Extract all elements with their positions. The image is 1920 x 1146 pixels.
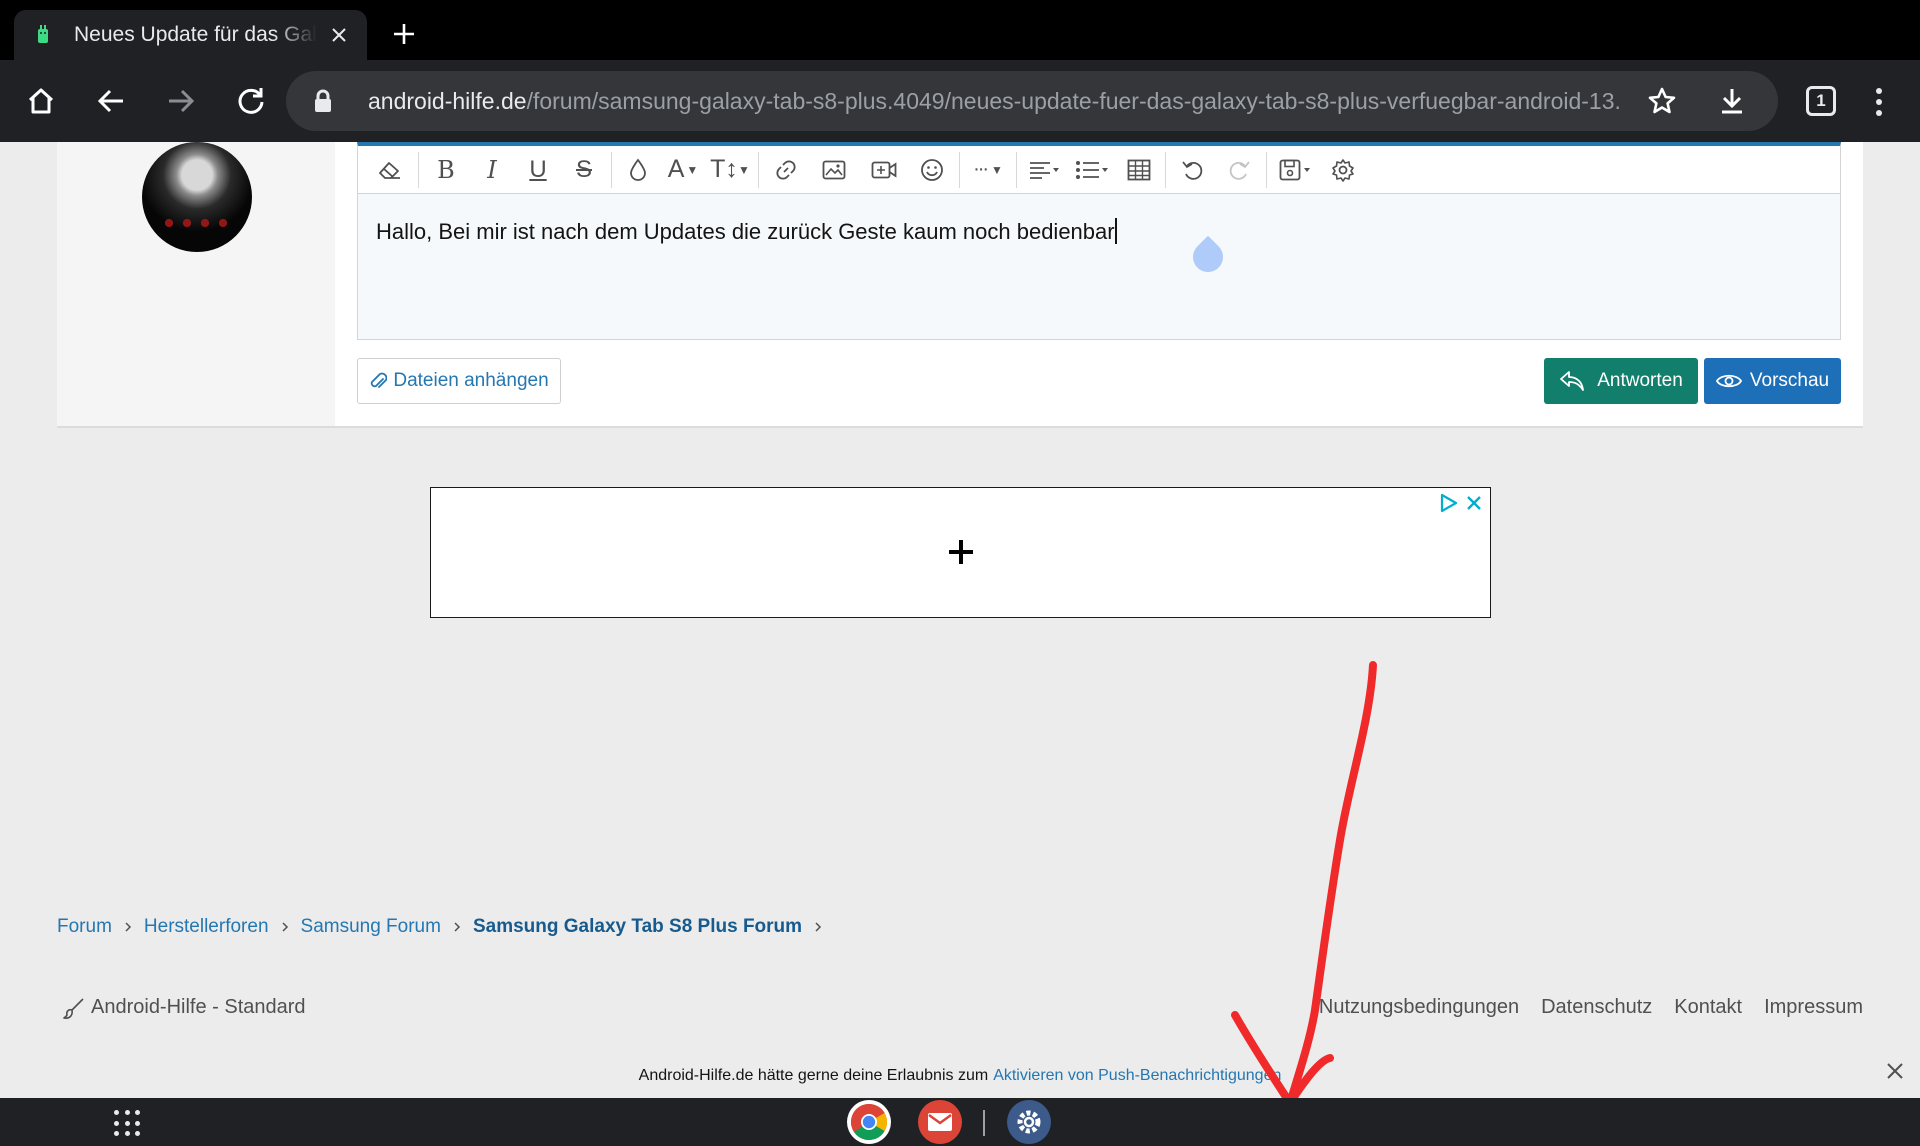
text-selection-handle[interactable] — [1186, 235, 1230, 279]
table-icon[interactable] — [1117, 150, 1161, 190]
align-icon[interactable] — [1021, 150, 1067, 190]
download-icon[interactable] — [1714, 83, 1750, 119]
preview-button[interactable]: Vorschau — [1704, 358, 1841, 404]
paintbrush-icon — [63, 997, 84, 1019]
back-icon[interactable] — [88, 78, 134, 124]
toolbar-separator — [758, 151, 759, 188]
chevron-right-icon — [281, 921, 289, 933]
plus-icon — [949, 540, 973, 564]
paperclip-icon — [371, 372, 388, 388]
os-taskbar — [0, 1098, 1920, 1146]
app-launcher-icon[interactable] — [114, 1110, 142, 1138]
browser-toolbar: android-hilfe.de/forum/samsung-galaxy-ta… — [0, 60, 1920, 142]
footer-link-contact[interactable]: Kontakt — [1674, 996, 1742, 1019]
reply-label: Antworten — [1597, 370, 1683, 391]
breadcrumb-galaxy-tab-s8-plus-forum[interactable]: Samsung Galaxy Tab S8 Plus Forum — [473, 916, 802, 938]
text-color-icon[interactable] — [616, 150, 660, 190]
chevron-right-icon — [453, 921, 461, 933]
settings-icon[interactable] — [1321, 150, 1365, 190]
tab-switcher-button[interactable]: 1 — [1806, 86, 1836, 116]
breadcrumb-herstellerforen[interactable]: Herstellerforen — [144, 916, 269, 938]
toolbar-separator — [418, 151, 419, 188]
strikethrough-icon[interactable]: S — [561, 150, 607, 190]
reply-form-card: B I U S A ▼ T↕ ▼ ··· ▼ Hallo, Bei mir is… — [57, 142, 1863, 428]
link-icon[interactable] — [763, 150, 809, 190]
underline-icon[interactable]: U — [515, 150, 561, 190]
home-icon[interactable] — [18, 78, 64, 124]
footer-link-privacy[interactable]: Datenschutz — [1541, 996, 1652, 1019]
url-text: android-hilfe.de/forum/samsung-galaxy-ta… — [368, 88, 1648, 115]
ad-close-icon[interactable] — [1464, 492, 1484, 514]
url-path: /forum/samsung-galaxy-tab-s8-plus.4049/n… — [526, 87, 1621, 114]
style-chooser[interactable]: Android-Hilfe - Standard — [63, 996, 306, 1019]
undo-icon[interactable] — [1170, 150, 1216, 190]
push-notice-text: Android-Hilfe.de hätte gerne deine Erlau… — [638, 1067, 989, 1084]
image-icon[interactable] — [809, 150, 859, 190]
attach-files-button[interactable]: Dateien anhängen — [357, 358, 561, 404]
page-footer: Android-Hilfe - Standard Nutzungsbedingu… — [57, 996, 1863, 1026]
more-options-icon[interactable]: ··· ▼ — [964, 150, 1012, 190]
editor-text: Hallo, Bei mir ist nach dem Updates die … — [376, 219, 1115, 244]
address-bar[interactable]: android-hilfe.de/forum/samsung-galaxy-ta… — [286, 71, 1778, 131]
font-family-icon[interactable]: A ▼ — [660, 150, 706, 190]
lock-icon[interactable] — [314, 88, 338, 114]
settings-app-icon[interactable] — [1007, 1100, 1051, 1144]
eye-icon — [1715, 374, 1742, 388]
post-user-sidebar — [57, 142, 335, 426]
breadcrumb-samsung-forum[interactable]: Samsung Forum — [301, 916, 441, 938]
redo-icon[interactable] — [1216, 150, 1262, 190]
push-notification-notice: Android-Hilfe.de hätte gerne deine Erlau… — [0, 1054, 1920, 1098]
footer-links: Nutzungsbedingungen Datenschutz Kontakt … — [1319, 996, 1863, 1019]
breadcrumb: Forum Herstellerforen Samsung Forum Sams… — [57, 916, 834, 938]
toolbar-separator — [959, 151, 960, 188]
taskbar-divider — [983, 1110, 985, 1136]
toolbar-separator — [611, 151, 612, 188]
footer-link-imprint[interactable]: Impressum — [1764, 996, 1863, 1019]
eraser-icon[interactable] — [366, 150, 414, 190]
font-size-icon[interactable]: T↕ ▼ — [706, 150, 754, 190]
user-avatar[interactable] — [142, 142, 252, 252]
style-chooser-label: Android-Hilfe - Standard — [91, 996, 306, 1018]
toolbar-separator — [1266, 151, 1267, 188]
chevron-right-icon — [124, 921, 132, 933]
browser-tab[interactable]: Neues Update für das Galaxy Tab S8 Plus … — [14, 10, 367, 60]
chrome-app-icon[interactable] — [847, 1100, 891, 1144]
bookmark-star-icon[interactable] — [1644, 83, 1680, 119]
new-tab-icon[interactable] — [386, 16, 422, 52]
push-notice-close-icon[interactable] — [1884, 1060, 1906, 1082]
toolbar-separator — [1165, 151, 1166, 188]
browser-tabstrip: Neues Update für das Galaxy Tab S8 Plus … — [0, 0, 1920, 60]
chevron-right-icon — [814, 921, 822, 933]
rich-text-editor: B I U S A ▼ T↕ ▼ ··· ▼ Hallo, Bei mir is… — [357, 142, 1841, 340]
reload-icon[interactable] — [228, 78, 274, 124]
bold-icon[interactable]: B — [423, 150, 469, 190]
url-host: android-hilfe.de — [368, 87, 527, 114]
browser-menu-icon[interactable] — [1864, 82, 1894, 122]
ad-choices-icon[interactable] — [1438, 492, 1460, 514]
reply-icon — [1560, 371, 1585, 391]
mail-app-icon[interactable] — [918, 1100, 962, 1144]
reply-button[interactable]: Antworten — [1544, 358, 1698, 404]
smiley-icon[interactable] — [909, 150, 955, 190]
breadcrumb-forum[interactable]: Forum — [57, 916, 112, 938]
annotation-arrow — [1231, 661, 1377, 1107]
editor-content[interactable]: Hallo, Bei mir ist nach dem Updates die … — [376, 218, 1117, 245]
forward-icon[interactable] — [158, 78, 204, 124]
media-icon[interactable] — [859, 150, 909, 190]
tab-title: Neues Update für das Galaxy Tab S8 Plus … — [74, 23, 317, 46]
android-favicon-icon — [34, 24, 52, 46]
list-icon[interactable] — [1067, 150, 1117, 190]
attach-files-label: Dateien anhängen — [393, 370, 549, 391]
ad-banner[interactable] — [430, 487, 1491, 618]
toolbar-separator — [1016, 151, 1017, 188]
italic-icon[interactable]: I — [469, 150, 515, 190]
tab-close-icon[interactable] — [325, 21, 353, 49]
editor-toolbar: B I U S A ▼ T↕ ▼ ··· ▼ — [358, 146, 1840, 194]
footer-link-terms[interactable]: Nutzungsbedingungen — [1319, 996, 1519, 1019]
drafts-icon[interactable] — [1271, 150, 1321, 190]
text-caret — [1114, 218, 1117, 244]
preview-label: Vorschau — [1749, 370, 1830, 391]
push-notice-link[interactable]: Aktivieren von Push-Benachrichtigungen — [993, 1067, 1281, 1085]
